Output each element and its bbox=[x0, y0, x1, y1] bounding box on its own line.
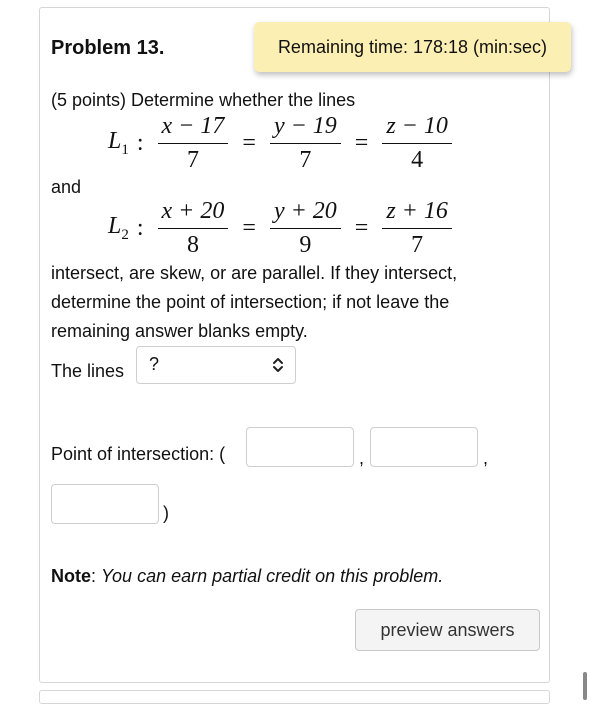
problem-intro: (5 points) Determine whether the lines bbox=[51, 90, 356, 110]
scrollbar[interactable] bbox=[583, 672, 587, 700]
remaining-time-badge: Remaining time: 178:18 (min:sec) bbox=[254, 22, 571, 72]
lines-relationship-select[interactable]: ? bbox=[136, 346, 296, 384]
line-l2-label: L2 bbox=[108, 213, 129, 243]
l2-fraction-z: z + 16 7 bbox=[382, 198, 452, 259]
point-y-input[interactable] bbox=[370, 427, 478, 467]
instructions-line-2: determine the point of intersection; if … bbox=[51, 292, 450, 312]
line-l1-label: L1 bbox=[108, 128, 129, 158]
l1-fraction-z: z − 10 4 bbox=[382, 113, 452, 174]
l2-fraction-y: y + 20 9 bbox=[269, 198, 341, 259]
chevron-up-down-icon bbox=[273, 358, 283, 372]
l2-fraction-x: x + 20 8 bbox=[157, 198, 229, 259]
comma-1: , bbox=[359, 448, 365, 468]
next-problem-card bbox=[39, 690, 550, 704]
instructions-line-1: intersect, are skew, or are parallel. If… bbox=[51, 263, 458, 283]
preview-answers-button[interactable]: preview answers bbox=[355, 609, 540, 651]
select-value: ? bbox=[149, 354, 160, 374]
line-l1-equation: L1 : x − 17 7 = y − 19 7 = z − 10 4 bbox=[108, 113, 458, 174]
line-l2-equation: L2 : x + 20 8 = y + 20 9 = z + 16 7 bbox=[108, 198, 458, 259]
l1-fraction-x: x − 17 7 bbox=[157, 113, 229, 174]
instructions-line-3: remaining answer blanks empty. bbox=[51, 321, 308, 341]
and-text: and bbox=[51, 177, 82, 197]
note-text: You can earn partial credit on this prob… bbox=[101, 566, 444, 586]
point-z-input[interactable] bbox=[51, 484, 159, 524]
note: Note: You can earn partial credit on thi… bbox=[51, 566, 444, 586]
comma-2: , bbox=[483, 448, 489, 468]
l1-fraction-y: y − 19 7 bbox=[269, 113, 341, 174]
problem-title: Problem 13. bbox=[51, 37, 165, 59]
point-label: Point of intersection: ( bbox=[51, 444, 226, 464]
lines-label: The lines bbox=[51, 361, 125, 381]
point-x-input[interactable] bbox=[246, 427, 354, 467]
note-label: Note bbox=[51, 566, 91, 586]
close-paren: ) bbox=[163, 503, 169, 523]
